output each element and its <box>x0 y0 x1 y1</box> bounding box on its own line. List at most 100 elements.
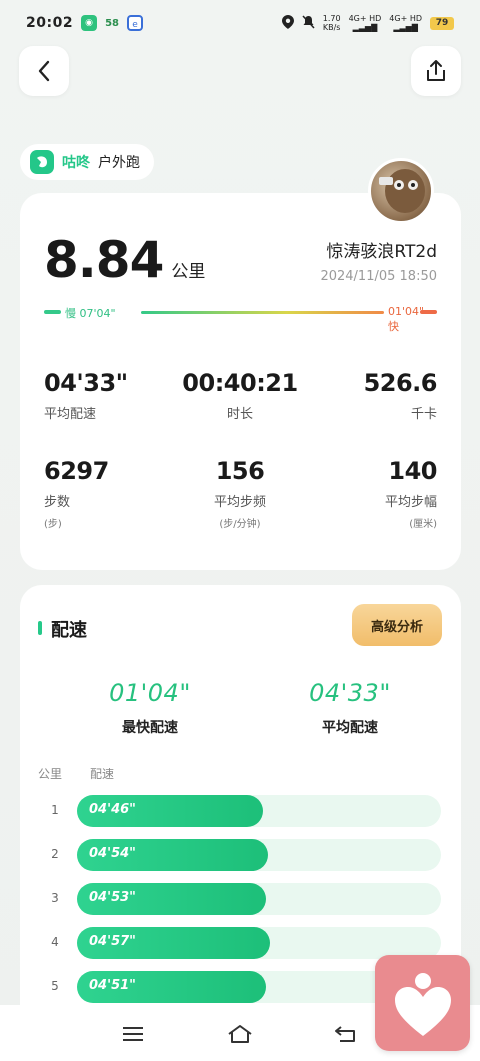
pace-scale-slow-marker <box>44 310 61 314</box>
stat-value: 140 <box>388 457 437 485</box>
average-pace-label: 平均配速 <box>322 720 378 736</box>
pace-card: 配速 高级分析 01'04" 最快配速 04'33" 平均配速 公里 配速 1 … <box>20 585 461 1005</box>
stat-value: 156 <box>215 457 265 485</box>
pace-track: 04'53" <box>77 883 441 915</box>
status-time: 20:02 <box>26 15 74 31</box>
app-notification-icon: ◉ <box>81 15 98 31</box>
distance-unit: 公里 <box>171 262 206 282</box>
share-icon <box>427 60 445 81</box>
back-button[interactable] <box>19 46 69 96</box>
average-pace: 04'33" 平均配速 <box>270 679 430 737</box>
pace-row: 1 04'46" <box>20 795 461 827</box>
stat-avg-pace: 04'33" 平均配速 <box>44 369 128 422</box>
heart-person-icon <box>394 973 451 1036</box>
battery-indicator: 79 <box>430 16 454 30</box>
pace-value: 04'53" <box>89 890 136 905</box>
system-back-button[interactable] <box>331 1019 361 1049</box>
pace-value: 04'57" <box>89 934 136 949</box>
fastest-pace: 01'04" 最快配速 <box>70 679 230 737</box>
km-number: 2 <box>51 847 59 861</box>
average-pace-value: 04'33" <box>309 679 391 707</box>
stat-value: 00:40:21 <box>182 369 298 397</box>
stat-duration: 00:40:21 时长 <box>180 369 300 422</box>
stat-label: 平均配速 <box>44 407 97 422</box>
signal-bars-icon: ▂▃▅▇ <box>393 23 418 32</box>
user-name: 惊涛骇浪RT2d <box>326 242 437 262</box>
share-button[interactable] <box>411 46 461 96</box>
net-speed: 1.70 KB/s <box>323 14 341 32</box>
pace-fill-bar: 04'51" <box>77 971 267 1003</box>
pace-fill-bar: 04'54" <box>77 839 269 871</box>
run-datetime: 2024/11/05 18:50 <box>320 269 437 284</box>
distance-value: 8.84 <box>44 231 164 289</box>
pace-track: 04'54" <box>77 839 441 871</box>
notification-count: 58 <box>105 17 119 29</box>
stat-label: 千卡 <box>410 407 437 422</box>
floating-health-widget[interactable] <box>375 955 470 1051</box>
stat-label: 平均步幅 <box>384 495 437 510</box>
pace-value: 04'51" <box>89 978 136 993</box>
fastest-pace-label: 最快配速 <box>122 720 178 736</box>
pace-row: 2 04'54" <box>20 839 461 871</box>
net-speed-unit: KB/s <box>322 23 341 32</box>
stat-unit: (步) <box>44 519 62 530</box>
pace-scale-gradient <box>141 311 384 314</box>
browser-notification-icon: e <box>127 15 143 31</box>
stat-value: 04'33" <box>44 369 128 397</box>
section-accent-bar <box>38 621 42 635</box>
fastest-pace-value: 01'04" <box>109 679 191 707</box>
km-number: 4 <box>51 935 59 949</box>
brand-name: 咕咚 <box>62 155 90 171</box>
mute-icon <box>302 14 315 32</box>
menu-icon <box>123 1027 143 1041</box>
km-number: 3 <box>51 891 59 905</box>
signal-1: 4G+ HD ▂▃▅▇ <box>349 14 382 32</box>
location-icon <box>281 14 294 32</box>
stat-value: 526.6 <box>363 369 438 397</box>
stat-unit: (厘米) <box>409 519 437 530</box>
home-icon <box>228 1025 252 1043</box>
stat-steps: 6297 步数 (步) <box>44 457 109 530</box>
stat-value: 6297 <box>44 457 109 485</box>
distance: 8.84 公里 <box>44 231 205 289</box>
activity-type: 户外跑 <box>98 155 140 171</box>
pace-fill-bar: 04'57" <box>77 927 270 959</box>
avatar-image <box>379 169 425 213</box>
advanced-analysis-button[interactable]: 高级分析 <box>352 604 442 646</box>
stat-label: 时长 <box>226 407 253 422</box>
chevron-left-icon <box>38 60 50 82</box>
km-number: 5 <box>51 979 59 993</box>
pace-scale-fast-marker <box>420 310 437 314</box>
net-speed-value: 1.70 <box>322 14 341 23</box>
pace-value: 04'46" <box>89 802 136 817</box>
status-bar: 20:02 ◉ 58 e 1.70 KB/s 4G+ HD ▂▃▅▇ 4G+ HD… <box>0 0 480 46</box>
stat-label: 步数 <box>44 495 71 510</box>
back-arrow-icon <box>335 1026 355 1042</box>
pace-section-title: 配速 <box>51 620 87 641</box>
stat-calories: 526.6 千卡 <box>363 369 438 422</box>
stat-cadence: 156 平均步频 (步/分钟) <box>180 457 300 530</box>
summary-card: 8.84 公里 惊涛骇浪RT2d 2024/11/05 18:50 慢 07'0… <box>20 193 461 570</box>
column-header-km: 公里 <box>38 767 63 781</box>
pace-scale: 慢 07'04" 01'04" 快 <box>44 305 437 333</box>
home-button[interactable] <box>225 1019 255 1049</box>
signal-2: 4G+ HD ▂▃▅▇ <box>389 14 422 32</box>
stat-stride: 140 平均步幅 (厘米) <box>384 457 438 530</box>
avatar[interactable] <box>368 158 434 224</box>
brand-chip: 咕咚 户外跑 <box>20 144 154 180</box>
pace-row: 3 04'53" <box>20 883 461 915</box>
signal-1-label: 4G+ HD <box>348 14 382 23</box>
signal-bars-icon: ▂▃▅▇ <box>352 23 378 32</box>
menu-button[interactable] <box>118 1019 148 1049</box>
column-header-pace: 配速 <box>90 767 115 781</box>
pace-fill-bar: 04'46" <box>77 795 263 827</box>
km-number: 1 <box>51 803 59 817</box>
pace-value: 04'54" <box>89 846 136 861</box>
stat-label: 平均步频 <box>213 495 266 510</box>
pace-fill-bar: 04'53" <box>77 883 267 915</box>
codoon-logo-icon <box>30 150 54 174</box>
pace-track: 04'46" <box>77 795 441 827</box>
signal-2-label: 4G+ HD <box>389 14 422 23</box>
pace-scale-slow-label: 慢 07'04" <box>65 307 116 320</box>
stat-unit: (步/分钟) <box>219 519 261 530</box>
